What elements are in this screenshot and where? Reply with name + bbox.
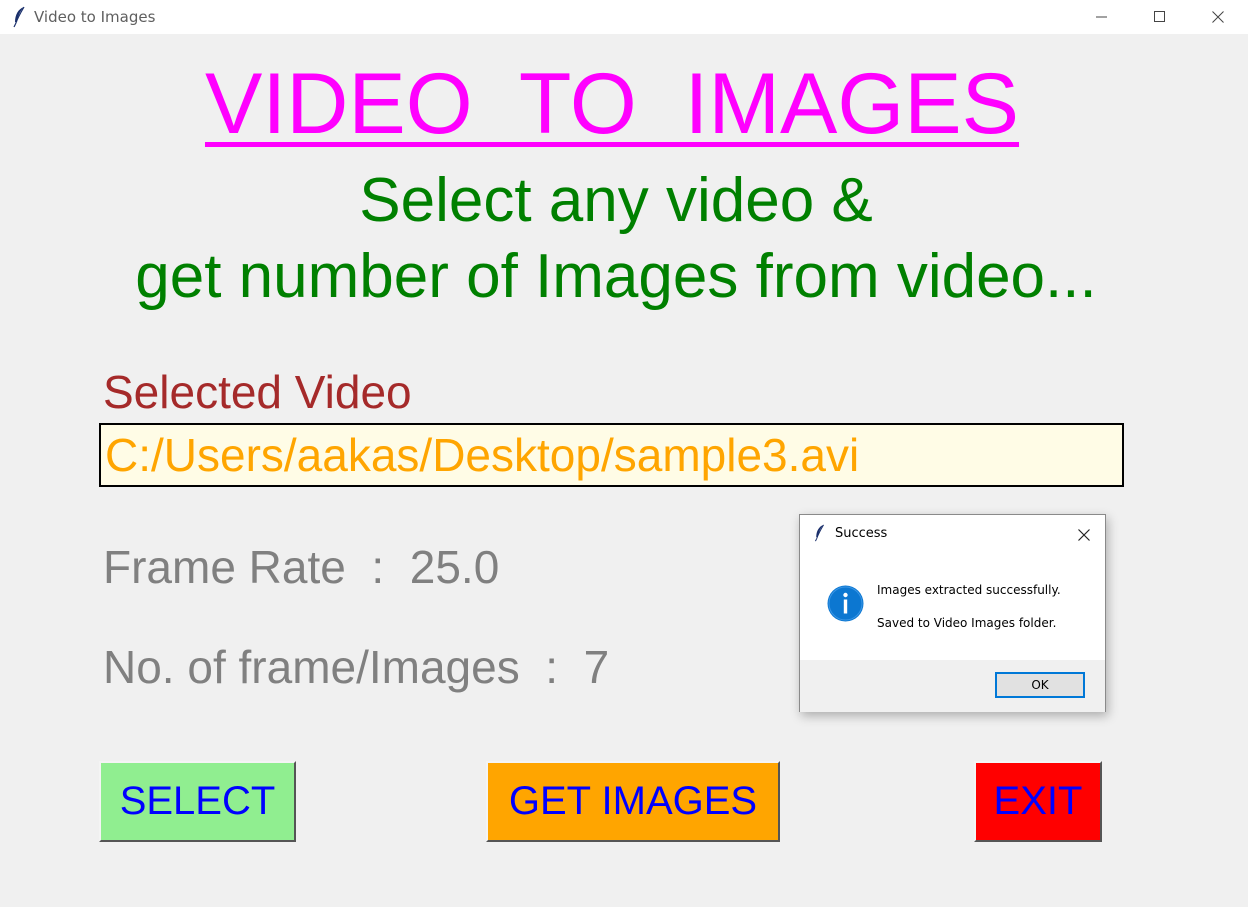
selected-video-path: C:/Users/aakas/Desktop/sample3.avi xyxy=(105,429,860,481)
selected-video-path-field: C:/Users/aakas/Desktop/sample3.avi xyxy=(99,423,1124,487)
select-button[interactable]: SELECT xyxy=(99,761,296,842)
info-icon xyxy=(827,585,864,622)
maximize-button[interactable] xyxy=(1131,0,1189,34)
page-title-text: VIDEO TO IMAGES xyxy=(204,56,1020,152)
window-title-bar: Video to Images xyxy=(0,0,1248,34)
close-window-button[interactable] xyxy=(1189,0,1247,34)
feather-icon xyxy=(815,524,824,542)
exit-button[interactable]: EXIT xyxy=(974,761,1102,842)
page-title: VIDEO TO IMAGES xyxy=(0,55,1224,153)
dialog-footer: OK xyxy=(800,660,1105,712)
dialog-message-line-2: Saved to Video Images folder. xyxy=(877,616,1057,630)
success-dialog: Success Images extracted successfully. S… xyxy=(799,514,1106,712)
subtitle-line-1: Select any video & xyxy=(359,166,873,235)
ok-button[interactable]: OK xyxy=(995,672,1085,698)
minimize-button[interactable] xyxy=(1073,0,1131,34)
dialog-close-button[interactable] xyxy=(1072,523,1096,547)
subtitle-line-2: get number of Images from video... xyxy=(135,242,1097,311)
frame-count-text: No. of frame/Images : 7 xyxy=(103,641,610,693)
maximize-icon xyxy=(1154,11,1165,22)
dialog-message-line-1: Images extracted successfully. xyxy=(877,583,1061,597)
minimize-icon xyxy=(1096,16,1107,18)
window-title: Video to Images xyxy=(34,8,156,26)
dialog-title: Success xyxy=(835,526,888,541)
selected-video-label: Selected Video xyxy=(103,366,412,418)
get-images-button[interactable]: GET IMAGES xyxy=(486,761,780,842)
feather-icon xyxy=(13,6,25,28)
close-icon xyxy=(1078,529,1090,541)
frame-rate-text: Frame Rate : 25.0 xyxy=(103,541,500,593)
close-icon xyxy=(1212,11,1224,23)
